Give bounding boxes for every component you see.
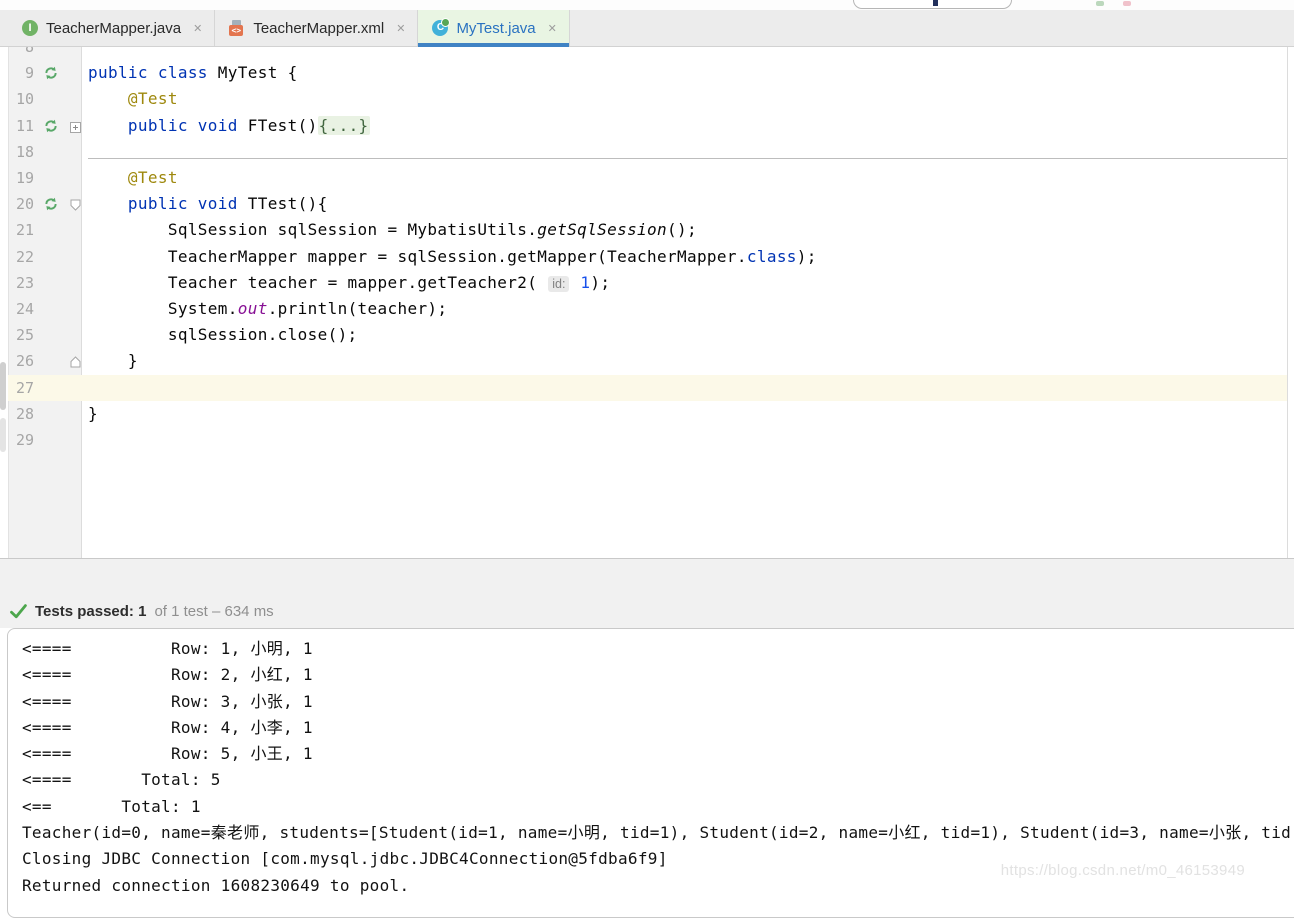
console-line: <==== Row: 2, 小红, 1 — [22, 662, 1294, 688]
tests-passed-text: Tests passed: 1 — [35, 603, 146, 620]
tab-MyTest.java[interactable]: MyTest.java ✕ — [418, 10, 569, 46]
line-number: 10 — [8, 86, 34, 112]
run-test-icon[interactable] — [44, 66, 58, 80]
code-text: System.out.println(teacher); — [88, 296, 447, 322]
code-text: public void FTest(){...} — [88, 113, 370, 139]
console-line: Teacher(id=0, name=秦老师, students=[Studen… — [22, 820, 1294, 846]
run-test-icon[interactable] — [44, 119, 58, 133]
console-line: <==== Row: 4, 小李, 1 — [22, 715, 1294, 741]
code-line-24[interactable]: 24 System.out.println(teacher); — [8, 296, 1287, 322]
code-line-26[interactable]: 26 } — [8, 348, 1287, 374]
code-text: public class MyTest { — [88, 60, 298, 86]
code-line-20[interactable]: 20 public void TTest(){ — [8, 191, 1287, 217]
tests-passed-detail: of 1 test – 634 ms — [154, 603, 273, 620]
test-status-bar: Tests passed: 1 of 1 test – 634 ms — [10, 601, 274, 621]
tab-TeacherMapper.xml[interactable]: TeacherMapper.xml ✕ — [215, 10, 418, 46]
run-config-icon-partial — [933, 0, 938, 6]
close-icon[interactable]: ✕ — [396, 22, 405, 35]
tab-TeacherMapper.java[interactable]: TeacherMapper.java ✕ — [8, 10, 215, 46]
editor-scrollbar-track[interactable] — [1287, 47, 1288, 558]
code-line-9[interactable]: 9 public class MyTest { — [8, 60, 1287, 86]
code-line-18[interactable]: 18 — [8, 139, 1287, 165]
code-text: } — [88, 348, 138, 374]
tab-label: MyTest.java — [456, 20, 535, 37]
line-number: 19 — [8, 165, 34, 191]
code-line-8[interactable]: 8 — [8, 47, 1287, 60]
line-number: 9 — [8, 60, 34, 86]
code-line-23[interactable]: 23 Teacher teacher = mapper.getTeacher2(… — [8, 270, 1287, 296]
line-number: 27 — [8, 375, 34, 401]
code-text: sqlSession.close(); — [88, 322, 358, 348]
line-number: 11 — [8, 113, 34, 139]
code-text: } — [88, 401, 98, 427]
line-number: 21 — [8, 217, 34, 243]
code-line-11[interactable]: 11 public void FTest(){...} — [8, 113, 1287, 139]
line-number: 26 — [8, 348, 34, 374]
line-number: 23 — [8, 270, 34, 296]
console-line: <== Total: 1 — [22, 794, 1294, 820]
console-line: <==== Row: 5, 小王, 1 — [22, 741, 1294, 767]
code-line-25[interactable]: 25 sqlSession.close(); — [8, 322, 1287, 348]
csdn-watermark: https://blog.csdn.net/m0_46153949 — [1001, 862, 1245, 879]
close-icon[interactable]: ✕ — [548, 22, 557, 35]
interface-icon — [22, 20, 38, 36]
line-number: 25 — [8, 322, 34, 348]
editor-tab-bar: TeacherMapper.java ✕ TeacherMapper.xml ✕… — [0, 10, 1294, 47]
code-line-27[interactable]: 27 — [8, 375, 1287, 401]
check-icon — [10, 604, 27, 619]
left-stripe-thumb[interactable] — [0, 418, 6, 452]
code-text: TeacherMapper mapper = sqlSession.getMap… — [88, 244, 817, 270]
code-line-22[interactable]: 22 TeacherMapper mapper = sqlSession.get… — [8, 244, 1287, 270]
console-line: <==== Row: 3, 小张, 1 — [22, 689, 1294, 715]
code-line-21[interactable]: 21 SqlSession sqlSession = MybatisUtils.… — [8, 217, 1287, 243]
left-stripe-thumb[interactable] — [0, 362, 6, 410]
fold-down-icon[interactable] — [70, 198, 81, 216]
line-number: 22 — [8, 244, 34, 270]
console-line: <==== Total: 5 — [22, 767, 1294, 793]
code-text: @Test — [88, 165, 178, 191]
code-line-29[interactable]: 29 — [8, 427, 1287, 453]
top-toolbar-partial — [0, 0, 1294, 10]
method-separator-line — [88, 158, 1287, 159]
console-line: <==== Row: 1, 小明, 1 — [22, 636, 1294, 662]
code-text: Teacher teacher = mapper.getTeacher2( id… — [88, 270, 610, 297]
code-line-10[interactable]: 10 @Test — [8, 86, 1287, 112]
test-class-icon — [432, 20, 448, 36]
toolbar-button-green-partial[interactable] — [1096, 1, 1104, 6]
tab-label: TeacherMapper.java — [46, 20, 181, 37]
code-text: SqlSession sqlSession = MybatisUtils.get… — [88, 217, 697, 243]
code-line-28[interactable]: 28} — [8, 401, 1287, 427]
line-number: 18 — [8, 139, 34, 165]
line-number: 29 — [8, 427, 34, 453]
tab-label: TeacherMapper.xml — [253, 20, 384, 37]
test-runner-panel: Tests passed: 1 of 1 test – 634 ms — [0, 559, 1294, 628]
run-test-icon[interactable] — [44, 197, 58, 211]
xml-file-icon — [229, 20, 245, 36]
close-icon[interactable]: ✕ — [193, 22, 202, 35]
code-text: @Test — [88, 86, 178, 112]
fold-plus-icon[interactable] — [70, 120, 81, 138]
line-number: 24 — [8, 296, 34, 322]
line-number: 28 — [8, 401, 34, 427]
toolbar-button-pink-partial[interactable] — [1123, 1, 1131, 6]
code-line-19[interactable]: 19 @Test — [8, 165, 1287, 191]
fold-up-icon[interactable] — [70, 355, 81, 373]
line-number: 8 — [8, 47, 34, 60]
code-text: public void TTest(){ — [88, 191, 328, 217]
code-editor[interactable]: 89public class MyTest {10 @Test11 public… — [0, 47, 1294, 558]
line-number: 20 — [8, 191, 34, 217]
